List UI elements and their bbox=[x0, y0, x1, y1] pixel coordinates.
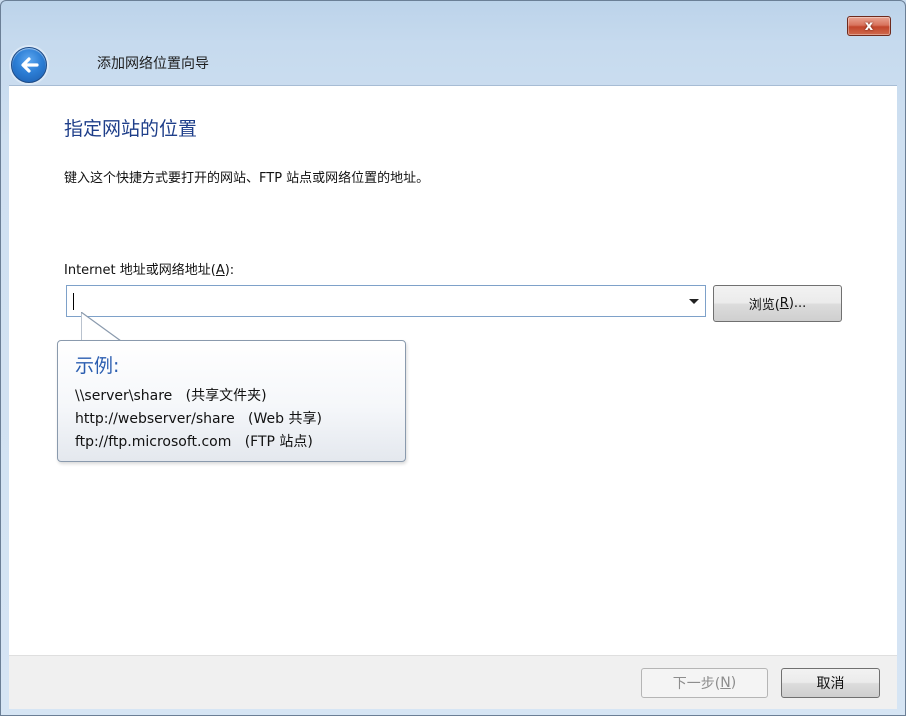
address-label-suffix: ): bbox=[224, 263, 235, 278]
browse-label-suffix: )... bbox=[788, 296, 807, 311]
address-input[interactable] bbox=[71, 289, 675, 313]
cancel-button[interactable]: 取消 bbox=[781, 668, 880, 698]
address-label: Internet 地址或网络地址(A): bbox=[64, 259, 234, 278]
wizard-window: x 添加网络位置向导 指定网站的位置 键入这个快捷方式要打开的网站、FTP 站点… bbox=[0, 0, 906, 716]
browse-label-prefix: 浏览( bbox=[748, 298, 780, 313]
example-balloon: 示例: \\server\share (共享文件夹) http://webser… bbox=[57, 340, 406, 462]
balloon-tail bbox=[81, 312, 123, 342]
address-label-accel: A bbox=[215, 263, 225, 278]
example-line: http://webserver/share (Web 共享) bbox=[75, 411, 322, 427]
example-line: \\server\share (共享文件夹) bbox=[75, 388, 267, 404]
text-caret bbox=[73, 293, 74, 310]
wizard-footer: 下一步(N) 取消 bbox=[9, 655, 897, 709]
next-label-accel: N bbox=[720, 675, 731, 691]
next-label-suffix: ) bbox=[730, 675, 737, 691]
address-combobox[interactable] bbox=[66, 285, 706, 317]
close-button[interactable]: x bbox=[847, 16, 891, 36]
window-title: 添加网络位置向导 bbox=[97, 56, 209, 72]
page-description: 键入这个快捷方式要打开的网站、FTP 站点或网络位置的地址。 bbox=[64, 171, 430, 186]
close-icon: x bbox=[864, 18, 874, 34]
browse-label-accel: R bbox=[779, 296, 789, 311]
page-title: 指定网站的位置 bbox=[64, 118, 198, 140]
back-button[interactable] bbox=[11, 47, 47, 83]
address-label-prefix: Internet 地址或网络地址( bbox=[64, 263, 216, 278]
balloon-heading: 示例: bbox=[75, 355, 120, 377]
chevron-down-icon[interactable] bbox=[689, 299, 699, 304]
back-arrow-icon bbox=[21, 57, 39, 73]
wizard-content: 指定网站的位置 键入这个快捷方式要打开的网站、FTP 站点或网络位置的地址。 I… bbox=[9, 85, 897, 656]
example-line: ftp://ftp.microsoft.com (FTP 站点) bbox=[75, 434, 313, 450]
next-button[interactable]: 下一步(N) bbox=[641, 668, 768, 698]
browse-button[interactable]: 浏览(R)... bbox=[713, 285, 842, 322]
next-label-prefix: 下一步( bbox=[672, 676, 721, 692]
wizard-header: 添加网络位置向导 bbox=[9, 39, 897, 85]
